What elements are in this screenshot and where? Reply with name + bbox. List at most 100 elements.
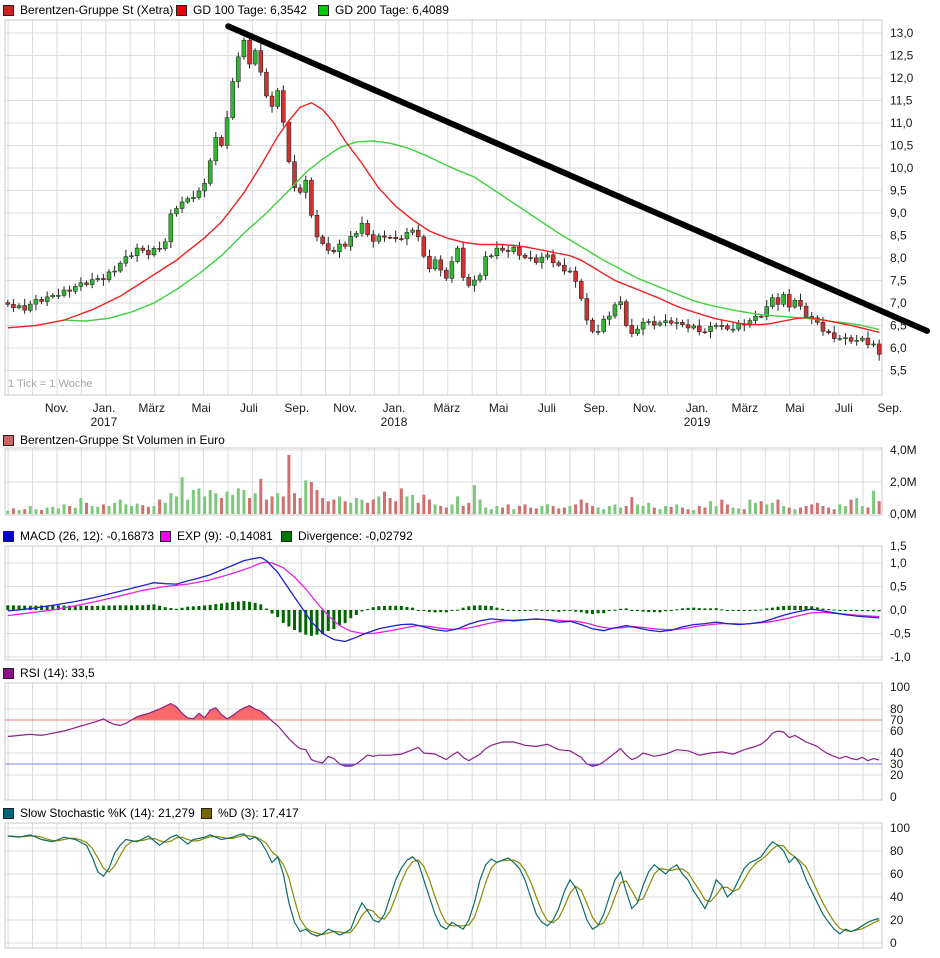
axis-tick-label: 100 <box>890 821 910 835</box>
divergence-bar <box>692 607 696 610</box>
divergence-bar <box>214 604 218 610</box>
volume-color-swatch <box>3 434 14 446</box>
divergence-bar <box>590 610 594 614</box>
divergence-bar <box>855 610 859 611</box>
volume-bar <box>697 506 701 514</box>
divergence-bar <box>146 604 150 610</box>
candle-body <box>871 343 876 346</box>
volume-bar <box>242 490 246 514</box>
candle-body <box>539 256 545 263</box>
volume-bar <box>315 490 319 514</box>
volume-bar <box>11 508 15 514</box>
volume-bar <box>366 502 370 514</box>
candle-body <box>112 270 117 273</box>
volume-bar <box>427 499 431 514</box>
divergence-bar <box>11 605 15 610</box>
divergence-bar <box>394 605 398 610</box>
candle-body <box>562 264 567 272</box>
candle-body <box>775 297 781 305</box>
candle-body <box>213 137 219 162</box>
volume-bar <box>647 502 651 514</box>
candle-body <box>736 323 741 330</box>
candle-body <box>567 270 573 273</box>
divergence-bar <box>619 608 623 610</box>
volume-bar <box>394 501 398 514</box>
candle-body <box>387 237 393 239</box>
divergence-bar <box>399 606 403 610</box>
divergence-bar <box>630 610 634 611</box>
volume-bar <box>557 508 561 514</box>
candle-body <box>494 247 500 257</box>
divergence-bar <box>770 607 774 610</box>
candle-body <box>831 332 837 339</box>
divergence-bar <box>456 609 460 611</box>
volume-bar <box>73 507 77 514</box>
candle-body <box>697 325 702 333</box>
axis-tick-label: 6,5 <box>890 319 907 333</box>
volume-bar <box>827 507 831 514</box>
candle-body <box>472 279 477 286</box>
volume-bar <box>23 509 27 514</box>
divergence-bar <box>720 609 724 611</box>
divergence-bar <box>754 609 758 611</box>
divergence-bar <box>439 610 443 613</box>
divergence-bar <box>158 605 162 610</box>
axis-tick-label: 0 <box>890 790 897 804</box>
divergence-bar <box>849 610 853 611</box>
volume-bar <box>225 491 229 514</box>
divergence-bar <box>219 603 223 610</box>
volume-bar <box>585 502 589 514</box>
divergence-bar <box>798 606 802 610</box>
divergence-bar <box>354 610 358 615</box>
legend-main-series: Berentzen-Gruppe St (Xetra) <box>3 3 173 17</box>
divergence-bar <box>163 607 167 610</box>
axis-tick-label: Sep. <box>284 401 309 415</box>
axis-tick-label: 20 <box>890 913 904 927</box>
divergence-bar <box>281 610 285 623</box>
volume-bar <box>664 506 668 514</box>
gd100-line <box>7 102 880 333</box>
volume-bar <box>765 504 769 514</box>
axis-tick-label: 8,5 <box>890 229 907 243</box>
divergence-bar <box>568 610 572 611</box>
candle-body <box>730 328 736 331</box>
candle-body <box>646 321 651 323</box>
candle-body <box>61 289 67 296</box>
volume-bar <box>259 478 263 514</box>
candle-body <box>753 316 758 321</box>
volume-bar <box>815 502 819 514</box>
volume-bar <box>354 498 358 514</box>
volume-bar <box>107 506 111 514</box>
rsi-panel-grid <box>7 683 864 800</box>
volume-bar <box>495 506 499 514</box>
candle-body <box>623 301 629 326</box>
volume-bar <box>337 496 341 514</box>
axis-tick-label: 60 <box>890 867 904 881</box>
volume-bar <box>838 504 842 514</box>
divergence-bar <box>343 610 347 624</box>
volume-bar <box>51 506 55 514</box>
volume-bar <box>517 506 521 514</box>
divergence-bar <box>174 608 178 610</box>
divergence-bar <box>860 610 864 612</box>
candle-body <box>820 322 826 332</box>
volume-bar <box>186 499 190 514</box>
candle-body <box>466 277 472 286</box>
volume-bar <box>28 506 32 514</box>
volume-bar <box>534 508 538 514</box>
series-color-swatch <box>3 4 14 16</box>
candle-body <box>399 238 404 240</box>
volume-bar <box>270 496 274 514</box>
volume-bar <box>174 496 178 514</box>
volume-bar <box>810 504 814 514</box>
divergence-bar <box>697 608 701 610</box>
axis-tick-label: 9,5 <box>890 184 907 198</box>
candle-body <box>477 275 483 281</box>
volume-bar <box>619 507 623 514</box>
volume-bar <box>456 496 460 514</box>
axis-tick-label: Mai <box>785 401 804 415</box>
divergence-bar <box>377 606 381 610</box>
volume-bar <box>703 507 707 514</box>
tick-interval-note: 1 Tick = 1 Woche <box>8 378 93 390</box>
volume-bar <box>360 499 364 514</box>
